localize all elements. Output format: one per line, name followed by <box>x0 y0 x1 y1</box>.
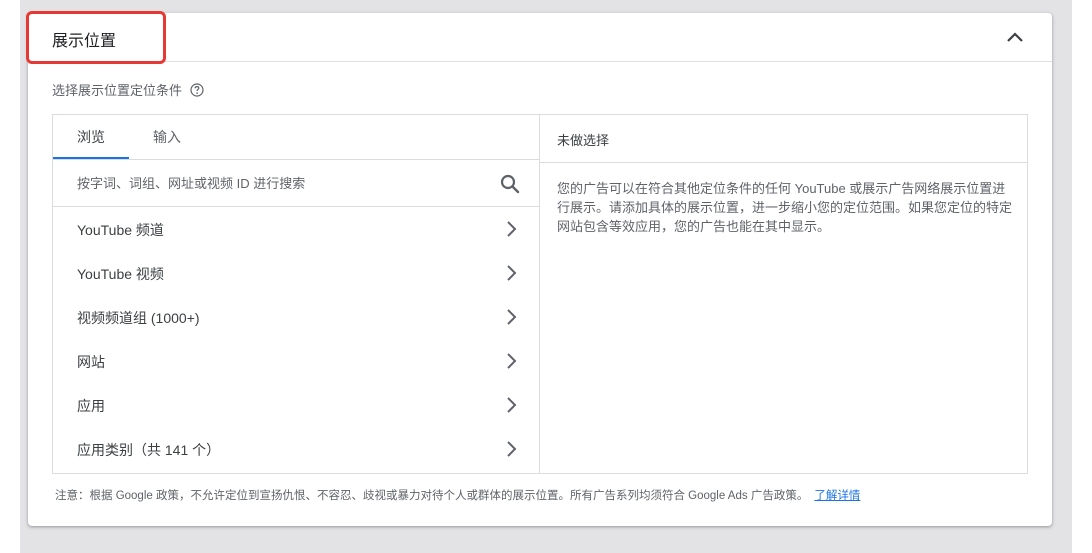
search-input[interactable] <box>77 172 477 194</box>
search-row <box>53 159 539 207</box>
subtitle-text: 选择展示位置定位条件 <box>52 83 183 98</box>
selection-header-label: 未做选择 <box>557 133 610 148</box>
category-label: 网站 <box>77 354 105 370</box>
category-youtube-channels[interactable]: YouTube 频道 <box>53 207 539 251</box>
chevron-right-icon <box>507 265 517 281</box>
selection-description: 您的广告可以在符合其他定位条件的任何 YouTube 或展示广告网络展示位置进行… <box>557 181 1013 234</box>
help-icon[interactable] <box>190 82 204 97</box>
targeting-panel: 浏览 输入 YouTube 频道 YouTub <box>52 114 1028 474</box>
chevron-right-icon <box>507 353 517 369</box>
category-label: 应用 <box>77 398 105 414</box>
chevron-right-icon <box>507 397 517 413</box>
card-header[interactable]: 展示位置 <box>26 11 1052 64</box>
policy-note: 注意：根据 Google 政策，不允许定位到宣扬仇恨、不容忍、歧视或暴力对待个人… <box>55 487 1035 503</box>
chevron-up-icon <box>1007 32 1023 42</box>
search-icon[interactable] <box>499 173 521 195</box>
category-label: 应用类别（共 141 个） <box>77 442 221 458</box>
tab-browse[interactable]: 浏览 <box>53 115 129 159</box>
category-app-categories[interactable]: 应用类别（共 141 个） <box>53 427 539 471</box>
category-label: YouTube 频道 <box>77 222 164 238</box>
selection-pane: 未做选择 您的广告可以在符合其他定位条件的任何 YouTube 或展示广告网络展… <box>540 115 1027 473</box>
category-youtube-videos[interactable]: YouTube 视频 <box>53 251 539 295</box>
category-label: YouTube 视频 <box>77 266 164 282</box>
collapse-button[interactable] <box>1002 25 1028 51</box>
chevron-right-icon <box>507 221 517 237</box>
browse-pane: 浏览 输入 YouTube 频道 YouTub <box>53 115 540 473</box>
category-label: 视频频道组 (1000+) <box>77 310 200 326</box>
placements-card: 展示位置 选择展示位置定位条件 浏览 输入 按字词、词组、网址或视频 ID 进行… <box>26 11 1052 526</box>
learn-more-link[interactable]: 了解详情 <box>814 490 860 502</box>
chevron-right-icon <box>507 309 517 325</box>
tab-bar: 浏览 输入 <box>53 115 539 159</box>
card-title: 展示位置 <box>52 33 117 50</box>
tab-input[interactable]: 输入 <box>129 115 205 159</box>
category-list: YouTube 频道 YouTube 视频 视频频道组 (1000+) 网站 应… <box>53 207 539 471</box>
policy-note-text: 注意：根据 Google 政策，不允许定位到宣扬仇恨、不容忍、歧视或暴力对待个人… <box>55 490 809 502</box>
chevron-right-icon <box>507 441 517 457</box>
subtitle: 选择展示位置定位条件 <box>52 80 204 99</box>
category-video-channel-groups[interactable]: 视频频道组 (1000+) <box>53 295 539 339</box>
selection-header: 未做选择 <box>540 115 1027 163</box>
category-apps[interactable]: 应用 <box>53 383 539 427</box>
page: 展示位置 选择展示位置定位条件 浏览 输入 按字词、词组、网址或视频 ID 进行… <box>0 0 1092 553</box>
category-websites[interactable]: 网站 <box>53 339 539 383</box>
